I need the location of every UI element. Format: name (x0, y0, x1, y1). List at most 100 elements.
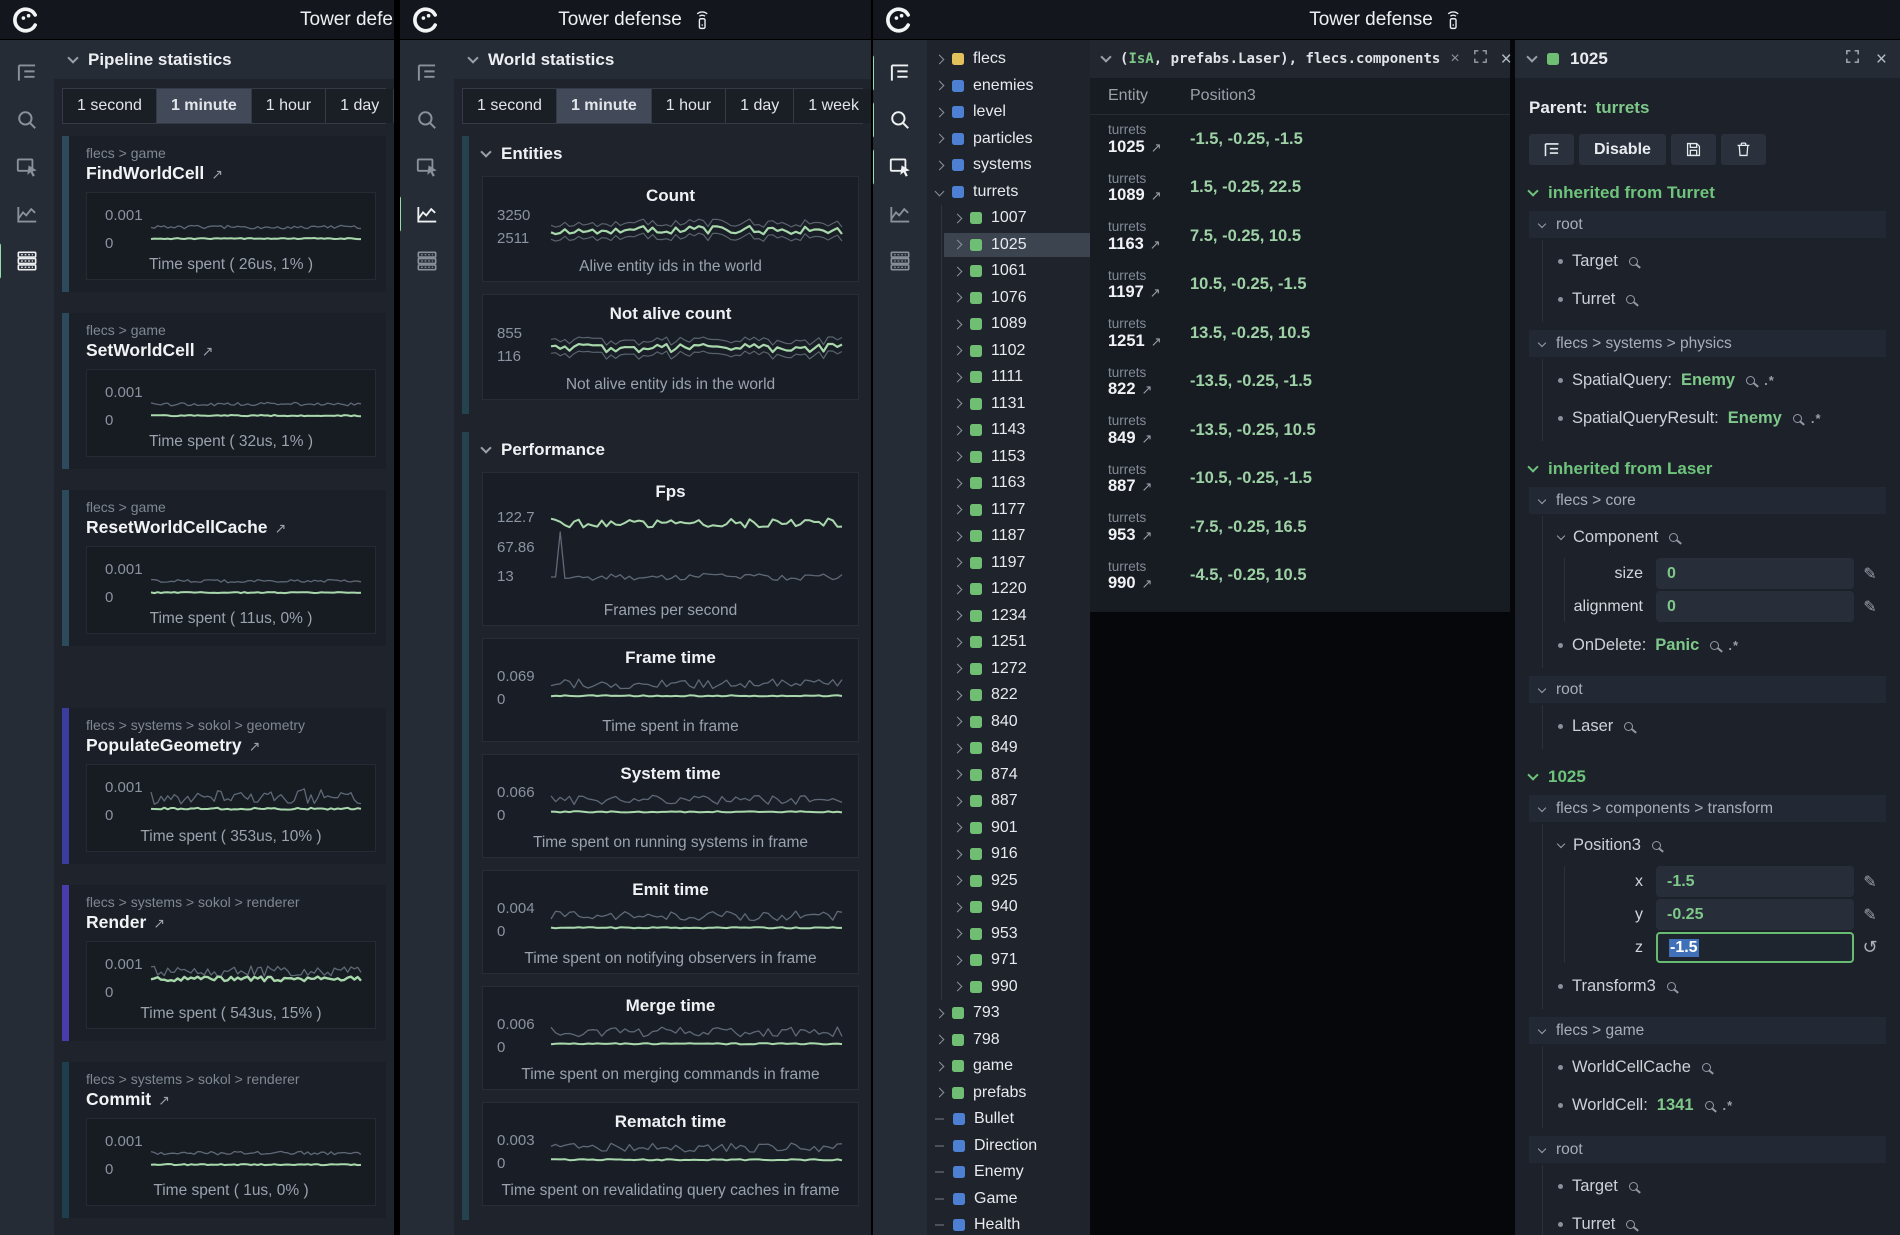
range-button[interactable]: 1 day (726, 89, 794, 123)
tree-item-Health[interactable]: Health (927, 1212, 1090, 1235)
query-result-row[interactable]: turrets 849↗ -13.5, -0.25, 10.5 (1090, 406, 1510, 455)
expand-arrow-icon[interactable] (953, 478, 963, 488)
save-button[interactable] (1671, 134, 1716, 165)
stat-group-header[interactable]: Performance (482, 434, 863, 466)
stat-card-title[interactable]: PopulateGeometry↗ (86, 735, 376, 756)
entity-id-link[interactable]: 1251↗ (1108, 332, 1190, 350)
tree-item-1272[interactable]: 1272 (927, 656, 1090, 683)
tree-item-turrets[interactable]: turrets (927, 179, 1090, 206)
expand-icon[interactable] (1472, 48, 1489, 70)
tree-item-1251[interactable]: 1251 (927, 629, 1090, 656)
expand-arrow-icon[interactable] (953, 584, 963, 594)
column-header-position3[interactable]: Position3 (1190, 87, 1256, 105)
range-button[interactable]: 1 hour (652, 89, 726, 123)
tree-item-1143[interactable]: 1143 (927, 417, 1090, 444)
expand-arrow-icon[interactable] (953, 876, 963, 886)
tree-item-1025[interactable]: 1025 (927, 232, 1090, 259)
tree-item-Game[interactable]: Game (927, 1186, 1090, 1213)
tree-item-1061[interactable]: 1061 (927, 258, 1090, 285)
expand-arrow-icon[interactable] (935, 81, 945, 91)
tree-icon[interactable] (412, 58, 442, 88)
query-string[interactable]: (IsA, prefabs.Laser), flecs.components (1120, 51, 1440, 67)
expand-arrow-icon[interactable] (953, 664, 963, 674)
expand-arrow-icon[interactable] (935, 1035, 945, 1045)
module-path-bar[interactable]: root (1529, 1136, 1886, 1163)
component-item-Target[interactable]: Target (1558, 242, 1886, 280)
expand-arrow-icon[interactable] (935, 1008, 945, 1018)
query-result-row[interactable]: turrets 1025↗ -1.5, -0.25, -1.5 (1090, 115, 1510, 164)
parent-link[interactable]: turrets (1596, 98, 1650, 117)
search-lens-icon[interactable] (1667, 982, 1676, 991)
tree-item-901[interactable]: 901 (927, 815, 1090, 842)
expand-arrow-icon[interactable] (953, 929, 963, 939)
module-path-bar[interactable]: flecs > components > transform (1529, 795, 1886, 822)
stat-card-title[interactable]: Render↗ (86, 912, 376, 933)
expand-arrow-icon[interactable] (953, 823, 963, 833)
tables-icon[interactable] (12, 246, 42, 276)
component-item-SpatialQuery[interactable]: SpatialQuery:Enemy.* (1558, 361, 1886, 399)
expand-arrow-icon[interactable] (953, 213, 963, 223)
tree-item-1007[interactable]: 1007 (927, 205, 1090, 232)
tree-item-particles[interactable]: particles (927, 126, 1090, 153)
search-lens-icon[interactable] (1624, 722, 1633, 731)
value-input-alignment[interactable]: 0 (1656, 591, 1854, 622)
tree-item-887[interactable]: 887 (927, 788, 1090, 815)
expand-arrow-icon[interactable] (953, 452, 963, 462)
stat-card-title[interactable]: ResetWorldCellCache↗ (86, 517, 376, 538)
undo-icon[interactable]: ↺ (1854, 937, 1886, 958)
component-item-OnDelete[interactable]: OnDelete:Panic.* (1558, 626, 1886, 664)
query-result-row[interactable]: turrets 1251↗ 13.5, -0.25, 10.5 (1090, 309, 1510, 358)
expand-arrow-icon[interactable] (935, 107, 945, 117)
range-button[interactable]: 1 day (326, 89, 394, 123)
tree-item-953[interactable]: 953 (927, 921, 1090, 948)
expand-arrow-icon[interactable] (953, 266, 963, 276)
range-button[interactable]: 1 minute (157, 89, 252, 123)
open-link-icon[interactable]: ↗ (249, 738, 261, 754)
expand-arrow-icon[interactable] (935, 134, 945, 144)
stat-group-header[interactable]: Entities (482, 138, 863, 170)
range-button[interactable]: 1 second (63, 89, 157, 123)
module-path-bar[interactable]: root (1529, 676, 1886, 703)
pair-target-icon[interactable]: .* (1723, 1098, 1734, 1113)
tables-icon[interactable] (885, 246, 915, 276)
entity-id-link[interactable]: 953↗ (1108, 526, 1190, 544)
entity-inspector-icon[interactable] (885, 152, 915, 182)
entity-id-link[interactable]: 1163↗ (1108, 235, 1190, 253)
tree-item-822[interactable]: 822 (927, 682, 1090, 709)
expand-arrow-icon[interactable] (935, 1088, 945, 1098)
expand-arrow-icon[interactable] (953, 796, 963, 806)
expand-arrow-icon[interactable] (953, 770, 963, 780)
tree-view-button[interactable] (1529, 134, 1574, 165)
expand-arrow-icon[interactable] (953, 955, 963, 965)
component-value-link[interactable]: Enemy (1728, 409, 1782, 428)
tree-icon[interactable] (12, 58, 42, 88)
tree-item-1153[interactable]: 1153 (927, 444, 1090, 471)
titlebar[interactable]: Tower defense (873, 0, 1900, 40)
open-link-icon[interactable]: ↗ (1151, 335, 1162, 349)
tree-item-925[interactable]: 925 (927, 868, 1090, 895)
component-item-Target[interactable]: Target (1558, 1167, 1886, 1205)
tree-item-798[interactable]: 798 (927, 1027, 1090, 1054)
tree-item-1187[interactable]: 1187 (927, 523, 1090, 550)
range-button[interactable]: 1 hour (252, 89, 326, 123)
tree-item-916[interactable]: 916 (927, 841, 1090, 868)
inheritance-group-header[interactable]: inherited from Laser (1529, 459, 1886, 479)
tree-item-1197[interactable]: 1197 (927, 550, 1090, 577)
value-input-x[interactable]: -1.5 (1656, 866, 1854, 897)
open-link-icon[interactable]: ↗ (158, 1092, 170, 1108)
tree-item-Enemy[interactable]: Enemy (927, 1159, 1090, 1186)
tree-item-1111[interactable]: 1111 (927, 364, 1090, 391)
open-link-icon[interactable]: ↗ (211, 166, 223, 182)
tree-item-Direction[interactable]: Direction (927, 1133, 1090, 1160)
tree-item-enemies[interactable]: enemies (927, 73, 1090, 100)
pair-target-icon[interactable]: .* (1811, 411, 1822, 426)
component-value-link[interactable]: Panic (1655, 636, 1699, 655)
search-lens-icon[interactable] (1629, 257, 1638, 266)
component-item-Transform3[interactable]: Transform3 (1558, 967, 1886, 1005)
titlebar[interactable]: Tower defense (400, 0, 871, 40)
expand-arrow-icon[interactable] (953, 425, 963, 435)
search-lens-icon[interactable] (1793, 414, 1802, 423)
open-link-icon[interactable]: ↗ (153, 915, 165, 931)
tree-item-systems[interactable]: systems (927, 152, 1090, 179)
expand-arrow-icon[interactable] (953, 982, 963, 992)
